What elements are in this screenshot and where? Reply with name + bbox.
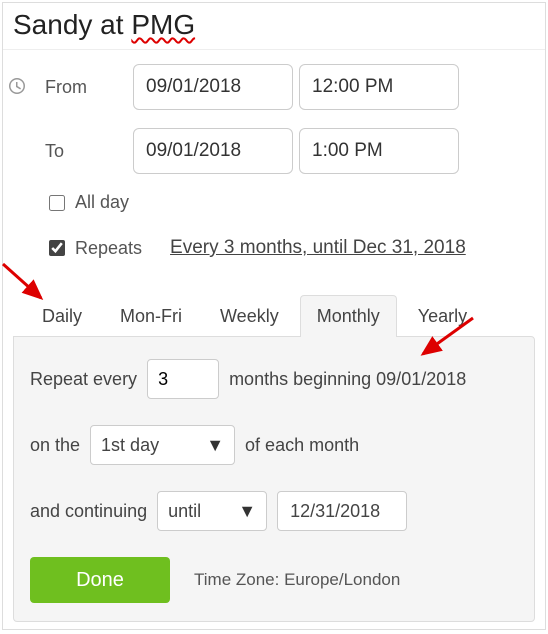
clock-icon <box>9 78 25 99</box>
repeats-checkbox[interactable] <box>49 240 65 256</box>
chevron-down-icon: ▼ <box>206 435 224 456</box>
chevron-down-icon: ▼ <box>238 501 256 522</box>
title-spellcheck: PMG <box>131 9 195 40</box>
repeats-label: Repeats <box>75 238 142 259</box>
allday-checkbox[interactable] <box>49 195 65 211</box>
to-label: To <box>13 141 133 162</box>
to-time-input[interactable]: 1:00 PM <box>299 128 459 174</box>
continuing-mode-value: until <box>168 501 201 522</box>
repeat-every-post: months beginning 09/01/2018 <box>229 369 466 390</box>
from-date-input[interactable]: 09/01/2018 <box>133 64 293 110</box>
from-label: From <box>13 77 133 98</box>
tab-weekly[interactable]: Weekly <box>203 295 296 337</box>
monthday-select[interactable]: 1st day ▼ <box>90 425 235 465</box>
tab-monfri[interactable]: Mon-Fri <box>103 295 199 337</box>
onthe-post: of each month <box>245 435 359 456</box>
tab-yearly[interactable]: Yearly <box>401 295 484 337</box>
event-title[interactable]: Sandy at PMG <box>3 3 545 50</box>
onthe-pre: on the <box>30 435 80 456</box>
repeat-summary-link[interactable]: Every 3 months, until Dec 31, 2018 <box>170 237 466 259</box>
title-text: Sandy at <box>13 9 131 40</box>
tab-monthly[interactable]: Monthly <box>300 295 397 337</box>
to-date-input[interactable]: 09/01/2018 <box>133 128 293 174</box>
continuing-mode-select[interactable]: until ▼ <box>157 491 267 531</box>
monthday-select-value: 1st day <box>101 435 159 456</box>
allday-label: All day <box>75 192 129 213</box>
tab-panel-monthly: Repeat every months beginning 09/01/2018… <box>13 336 535 622</box>
tab-daily[interactable]: Daily <box>25 295 99 337</box>
from-time-input[interactable]: 12:00 PM <box>299 64 459 110</box>
repeat-every-pre: Repeat every <box>30 369 137 390</box>
repeat-interval-input[interactable] <box>147 359 219 399</box>
done-button[interactable]: Done <box>30 557 170 603</box>
end-date-input[interactable]: 12/31/2018 <box>277 491 407 531</box>
timezone-label: Time Zone: Europe/London <box>194 570 400 590</box>
continuing-pre: and continuing <box>30 501 147 522</box>
